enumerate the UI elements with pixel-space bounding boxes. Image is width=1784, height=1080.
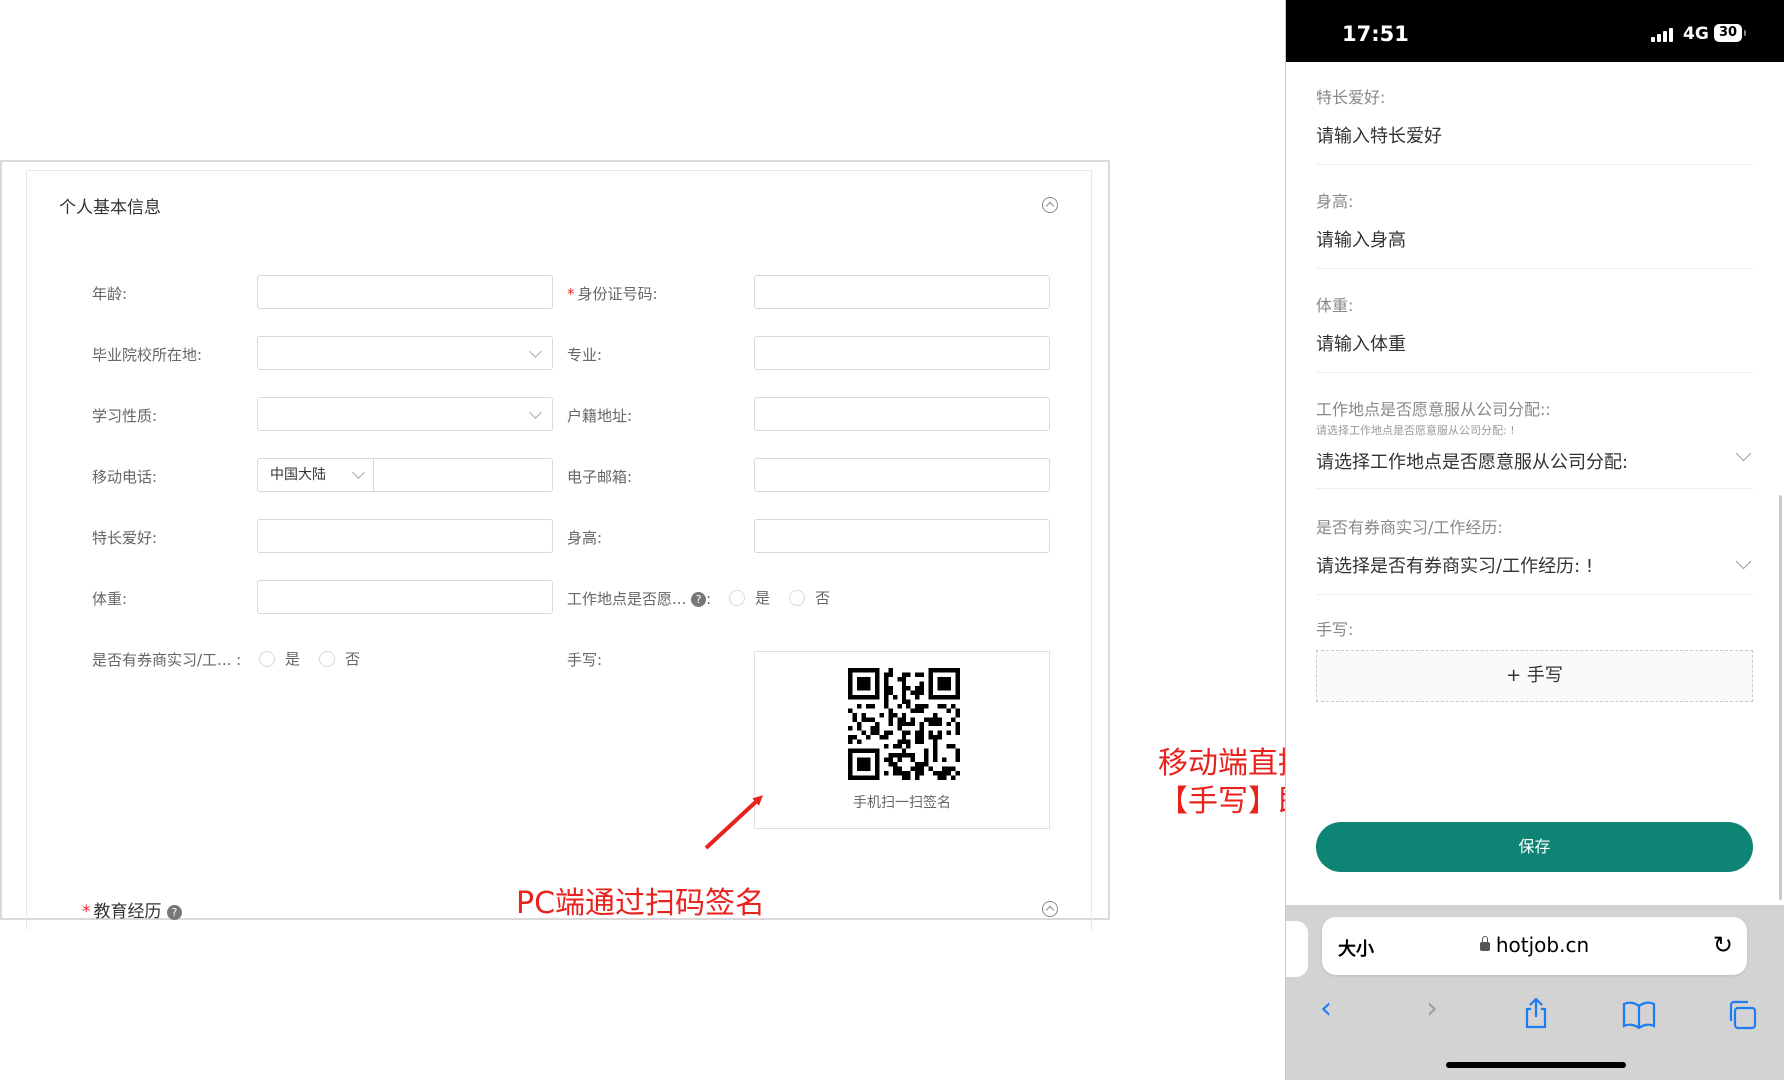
browser-toolbar: 大小 hotjob.cn ↻ ‹ › (1286, 905, 1784, 1080)
mobile-screen: 17:51 4G 30 特长爱好: 请输入特长爱好 身高: 请输入身高 体重: … (1285, 0, 1784, 1080)
work-location-field[interactable]: 工作地点是否愿意服从公司分配:: 请选择工作地点是否愿意服从公司分配: ! 请选… (1316, 396, 1753, 489)
work-location-label: 工作地点是否愿意服从公司分配:: (1316, 400, 1551, 419)
height-placeholder: 请输入身高 (1316, 230, 1406, 251)
address-bar[interactable]: 大小 hotjob.cn ↻ (1322, 917, 1747, 975)
save-button[interactable]: 保存 (1316, 822, 1753, 872)
scrollbar[interactable] (1779, 495, 1782, 900)
handwriting-button[interactable]: + 手写 (1316, 650, 1753, 702)
battery-icon: 30 (1714, 24, 1746, 42)
pc-annotation: PC端通过扫码签名 (516, 886, 766, 921)
status-bar: 17:51 4G 30 (1286, 0, 1784, 62)
home-indicator (1446, 1062, 1626, 1068)
signal-icon (1651, 26, 1677, 42)
bookmarks-icon[interactable] (1622, 1001, 1656, 1029)
reload-icon[interactable]: ↻ (1713, 931, 1733, 959)
weight-placeholder: 请输入体重 (1316, 334, 1406, 355)
experience-field[interactable]: 是否有券商实习/工作经历: 请选择是否有券商实习/工作经历: ! (1316, 514, 1753, 595)
hobbies-label: 特长爱好: (1316, 88, 1386, 107)
network-label: 4G (1683, 24, 1709, 44)
pc-arrow (704, 795, 763, 850)
url-text: hotjob.cn (1322, 933, 1747, 957)
forward-icon[interactable]: › (1426, 991, 1438, 1026)
handwriting-label: 手写: (1316, 620, 1354, 639)
share-icon[interactable] (1522, 997, 1550, 1029)
back-icon[interactable]: ‹ (1320, 991, 1332, 1026)
hobbies-field[interactable]: 特长爱好: 请输入特长爱好 (1316, 84, 1753, 165)
weight-label: 体重: (1316, 296, 1354, 315)
height-label: 身高: (1316, 192, 1354, 211)
lock-icon (1479, 936, 1490, 951)
tabs-icon[interactable] (1726, 999, 1758, 1031)
work-location-placeholder: 请选择工作地点是否愿意服从公司分配: (1316, 452, 1629, 473)
previous-tab[interactable] (1286, 921, 1308, 977)
weight-field[interactable]: 体重: 请输入体重 (1316, 292, 1753, 373)
experience-label: 是否有券商实习/工作经历: (1316, 518, 1503, 537)
status-time: 17:51 (1342, 22, 1409, 46)
work-location-hint: 请选择工作地点是否愿意服从公司分配: ! (1316, 424, 1515, 437)
hobbies-placeholder: 请输入特长爱好 (1316, 126, 1442, 147)
height-field[interactable]: 身高: 请输入身高 (1316, 188, 1753, 269)
experience-placeholder: 请选择是否有券商实习/工作经历: ! (1316, 556, 1594, 577)
